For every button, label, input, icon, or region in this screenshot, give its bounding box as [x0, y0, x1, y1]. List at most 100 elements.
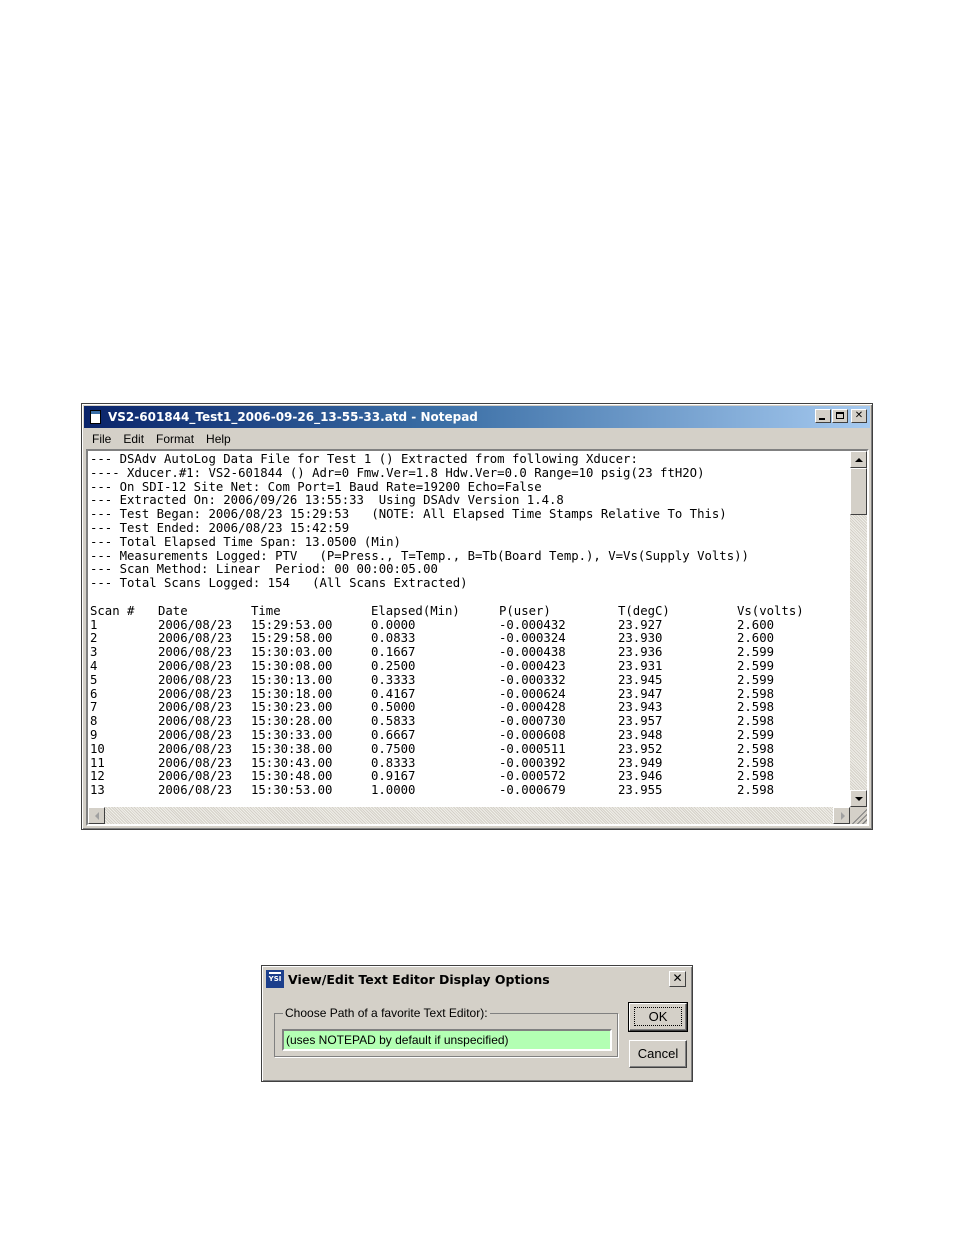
data-cell: 0.3333 [371, 672, 416, 687]
data-cell: 23.946 [618, 769, 663, 784]
column-header: Scan # [90, 603, 135, 618]
data-cell: 0.4167 [371, 686, 416, 701]
data-cell: -0.000438 [499, 645, 566, 660]
data-row: 13 2006/08/23 15:30:53.00 1.0000 -0.000679 23… [90, 783, 848, 798]
data-row: 1 2006/08/23 15:29:53.00 0.0000 -0.000432 23.… [90, 617, 848, 633]
data-cell: 2.599 [737, 727, 775, 742]
notepad-app-icon[interactable] [88, 409, 104, 425]
dialog-titlebar[interactable]: YSI View/Edit Text Editor Display Option… [264, 968, 690, 990]
data-row: 11 2006/08/23 15:30:43.00 0.8333 -0.000392 23… [90, 755, 848, 771]
data-cell: -0.000730 [499, 714, 566, 729]
data-cell: 15:30:08.00 [251, 658, 333, 673]
menu-help[interactable]: Help [200, 432, 237, 446]
data-cell: -0.000423 [499, 658, 566, 673]
data-cell: 23.936 [618, 645, 663, 660]
close-button[interactable]: ✕ [851, 409, 867, 423]
data-cell: 15:30:13.00 [251, 672, 333, 687]
data-row: 8 2006/08/23 15:30:28.00 0.5833 -0.000730 23.… [90, 714, 848, 729]
data-cell: -0.000324 [499, 631, 566, 646]
data-cell: 15:29:58.00 [251, 631, 333, 646]
notepad-titlebar[interactable]: VS2-601844_Test1_2006-09-26_13-55-33.atd… [84, 406, 870, 428]
data-cell: 15:30:18.00 [251, 686, 333, 701]
notepad-window: VS2-601844_Test1_2006-09-26_13-55-33.atd… [81, 403, 873, 830]
data-cell: -0.000392 [499, 755, 566, 770]
header-line: --- Extracted On: 2006/09/26 13:55:33 Us… [90, 493, 564, 508]
data-row: 12 2006/08/23 15:30:48.00 0.9167 -0.000572 23… [90, 770, 848, 784]
caption-buttons: ✕ [814, 409, 867, 423]
scroll-left-button[interactable] [88, 807, 105, 824]
ysi-logo-icon: YSI [266, 970, 284, 988]
data-row: 2 2006/08/23 15:29:58.00 0.0833 -0.000324 23.… [90, 632, 848, 646]
data-cell: 23.943 [618, 700, 663, 715]
horizontal-scrollbar[interactable] [88, 807, 850, 824]
data-cell: 2.598 [737, 755, 775, 770]
data-cell: 2.599 [737, 645, 775, 660]
data-cell: 23.947 [618, 686, 663, 701]
data-cell: 15:30:23.00 [251, 700, 333, 715]
text-editor-area[interactable]: --- DSAdv AutoLog Data File for Test 1 (… [86, 449, 869, 826]
scroll-down-button[interactable] [850, 790, 867, 807]
data-cell: -0.000624 [499, 686, 566, 701]
data-cell: 2006/08/23 [158, 617, 233, 632]
data-cell: 23.952 [618, 741, 663, 756]
arrow-up-icon [855, 458, 863, 462]
cancel-button[interactable]: Cancel [629, 1040, 687, 1068]
menu-file[interactable]: File [86, 432, 117, 446]
data-cell: 2006/08/23 [158, 672, 233, 687]
data-cell: 0.0000 [371, 617, 416, 632]
minimize-button[interactable] [815, 409, 831, 423]
ok-label: OK [633, 1007, 683, 1026]
vertical-scroll-thumb[interactable] [850, 468, 867, 515]
data-cell: -0.000511 [499, 741, 566, 756]
dialog-close-button[interactable]: ✕ [669, 971, 686, 987]
menu-edit[interactable]: Edit [117, 432, 150, 446]
data-cell: 2006/08/23 [158, 727, 233, 742]
header-line: --- Measurements Logged: PTV (P=Press., … [90, 548, 749, 563]
data-cell: -0.000428 [499, 700, 566, 715]
header-line: --- On SDI-12 Site Net: Com Port=1 Baud … [90, 479, 542, 494]
column-header: Elapsed(Min) [371, 603, 460, 618]
data-cell: 2.598 [737, 741, 775, 756]
data-cell: 0.7500 [371, 741, 416, 756]
data-cell: 13 [90, 783, 105, 798]
data-cell: 2006/08/23 [158, 755, 233, 770]
data-cell: 2006/08/23 [158, 714, 233, 729]
close-icon: ✕ [672, 971, 683, 985]
maximize-button[interactable] [832, 409, 848, 423]
data-cell: 6 [90, 686, 98, 701]
data-row: 5 2006/08/23 15:30:13.00 0.3333 -0.000332 23.… [90, 672, 848, 688]
data-cell: 2006/08/23 [158, 631, 233, 646]
data-cell: 5 [90, 672, 98, 687]
data-cell: 2006/08/23 [158, 783, 233, 798]
data-cell: 4 [90, 658, 98, 673]
data-cell: 9 [90, 727, 98, 742]
resize-grip-icon[interactable] [850, 807, 867, 824]
header-line: --- Test Began: 2006/08/23 15:29:53 (NOT… [90, 507, 727, 522]
data-cell: 1 [90, 617, 98, 632]
data-cell: 0.5833 [371, 714, 416, 729]
data-cell: 15:30:48.00 [251, 769, 333, 784]
data-cell: 0.6667 [371, 727, 416, 742]
data-cell: 15:30:03.00 [251, 645, 333, 660]
editor-path-label: Choose Path of a favorite Text Editor): [283, 1006, 490, 1020]
data-cell: 0.8333 [371, 755, 416, 770]
column-header: Date [158, 603, 188, 618]
data-cell: 2.598 [737, 769, 775, 784]
data-cell: 15:30:53.00 [251, 783, 333, 798]
column-header: P(user) [499, 603, 551, 618]
scroll-up-button[interactable] [850, 451, 867, 468]
menu-format[interactable]: Format [150, 432, 200, 446]
column-header-row: Scan # Date Time Elapsed(Min) P(user) T(degC)… [90, 603, 848, 619]
document-text[interactable]: --- DSAdv AutoLog Data File for Test 1 (… [90, 453, 848, 805]
arrow-right-icon [841, 812, 845, 820]
ok-button[interactable]: OK [628, 1002, 688, 1032]
data-cell: 0.2500 [371, 658, 416, 673]
vertical-scrollbar[interactable] [850, 451, 867, 807]
header-line: --- Total Elapsed Time Span: 13.0500 (Mi… [90, 534, 401, 549]
data-cell: 23.955 [618, 783, 663, 798]
data-cell: 2.598 [737, 783, 775, 798]
data-row: 4 2006/08/23 15:30:08.00 0.2500 -0.000423 23.… [90, 658, 848, 674]
scroll-right-button[interactable] [833, 807, 850, 824]
data-cell: 15:30:28.00 [251, 714, 333, 729]
editor-path-input[interactable]: (uses NOTEPAD by default if unspecified) [282, 1029, 612, 1051]
